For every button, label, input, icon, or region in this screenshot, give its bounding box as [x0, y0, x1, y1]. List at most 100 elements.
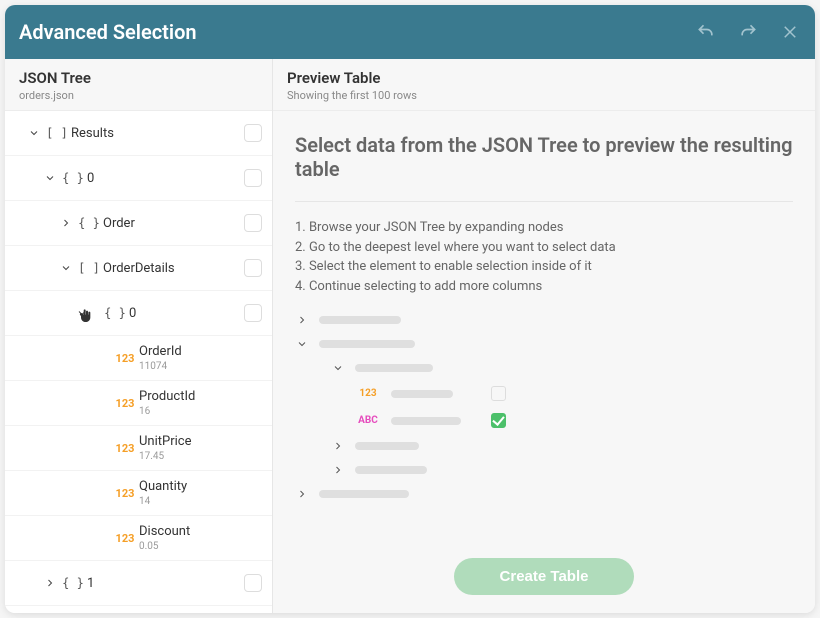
type-string-icon: ABC: [355, 415, 381, 426]
skeleton-bar: [355, 442, 419, 450]
type-object-icon: { }: [59, 171, 87, 185]
titlebar-actions: [695, 21, 801, 43]
dialog-window: Advanced Selection JSON Tree orders.json: [5, 5, 815, 613]
node-checkbox[interactable]: [244, 304, 262, 322]
tree-node-0[interactable]: { } 0: [5, 156, 272, 201]
undo-icon[interactable]: [695, 21, 717, 43]
redo-icon[interactable]: [737, 21, 759, 43]
node-checkbox[interactable]: [244, 259, 262, 277]
titlebar: Advanced Selection: [5, 5, 815, 59]
preview-body: Select data from the JSON Tree to previe…: [273, 111, 815, 613]
tree-node-orderdetails[interactable]: [ ] OrderDetails: [5, 246, 272, 291]
chevron-down-icon[interactable]: [73, 307, 91, 319]
tree-node-1[interactable]: { } 1: [5, 561, 272, 606]
skeleton-row: [295, 314, 793, 326]
type-object-icon: { }: [75, 216, 103, 230]
chevron-down-icon: [295, 338, 309, 350]
type-number-icon: 123: [111, 532, 139, 545]
node-checkbox[interactable]: [244, 214, 262, 232]
chevron-down-icon[interactable]: [41, 172, 59, 184]
tree-leaf-orderid[interactable]: 123 OrderId 11074: [5, 336, 272, 381]
preview-heading: Select data from the JSON Tree to previe…: [295, 133, 793, 181]
leaf-value: 16: [139, 406, 262, 417]
leaf-value: 11074: [139, 361, 262, 372]
json-tree-panel: JSON Tree orders.json [ ] Results { } 0: [5, 59, 273, 613]
leaf-name: Quantity: [139, 479, 262, 494]
type-number-icon: 123: [111, 487, 139, 500]
chevron-right-icon: [331, 440, 345, 452]
node-label: 1: [87, 576, 94, 591]
node-label: 0: [129, 306, 136, 321]
tree-leaf-productid[interactable]: 123 ProductId 16: [5, 381, 272, 426]
tree-leaf-quantity[interactable]: 123 Quantity 14: [5, 471, 272, 516]
leaf-value: 17.45: [139, 451, 262, 462]
skeleton-row: 123: [355, 386, 793, 401]
node-label: 0: [87, 171, 94, 186]
json-tree-filename: orders.json: [19, 89, 258, 102]
type-array-icon: [ ]: [75, 261, 103, 275]
chevron-down-icon[interactable]: [57, 262, 75, 274]
dialog-title: Advanced Selection: [19, 20, 695, 44]
preview-title: Preview Table: [287, 69, 801, 87]
instruction-item: 2. Go to the deepest level where you wan…: [295, 238, 793, 258]
chevron-right-icon[interactable]: [57, 217, 75, 229]
type-object-icon: { }: [101, 306, 129, 320]
json-tree-header: JSON Tree orders.json: [5, 59, 272, 111]
skeleton-bar: [319, 490, 409, 498]
preview-header: Preview Table Showing the first 100 rows: [273, 59, 815, 111]
skeleton-checkbox-checked: [491, 413, 506, 428]
skeleton-row: ABC: [355, 413, 793, 428]
dialog-body: JSON Tree orders.json [ ] Results { } 0: [5, 59, 815, 613]
footer-bar: Create Table: [273, 544, 815, 613]
chevron-right-icon[interactable]: [41, 577, 59, 589]
skeleton-row: [331, 464, 793, 476]
leaf-name: ProductId: [139, 389, 262, 404]
skeleton-bar: [391, 390, 453, 398]
chevron-down-icon[interactable]: [25, 127, 43, 139]
node-label: Results: [71, 126, 114, 141]
leaf-name: UnitPrice: [139, 434, 262, 449]
tree-node-results[interactable]: [ ] Results: [5, 111, 272, 156]
type-number-icon: 123: [111, 442, 139, 455]
json-tree-title: JSON Tree: [19, 69, 258, 87]
chevron-right-icon: [295, 488, 309, 500]
instruction-item: 3. Select the element to enable selectio…: [295, 257, 793, 277]
skeleton-bar: [355, 364, 433, 372]
skeleton-bar: [355, 466, 427, 474]
node-label: OrderDetails: [103, 261, 175, 276]
create-table-button[interactable]: Create Table: [454, 558, 635, 595]
node-label: Order: [103, 216, 135, 231]
skeleton-row: [331, 362, 793, 374]
type-number-icon: 123: [111, 397, 139, 410]
skeleton-checkbox: [491, 386, 506, 401]
leaf-name: OrderId: [139, 344, 262, 359]
node-checkbox[interactable]: [244, 169, 262, 187]
skeleton-bar: [319, 316, 401, 324]
tree-leaf-unitprice[interactable]: 123 UnitPrice 17.45: [5, 426, 272, 471]
instruction-item: 1. Browse your JSON Tree by expanding no…: [295, 218, 793, 238]
skeleton-bar: [391, 417, 461, 425]
tree-node-order[interactable]: { } Order: [5, 201, 272, 246]
chevron-right-icon: [295, 314, 309, 326]
type-object-icon: { }: [59, 576, 87, 590]
instructions-list: 1. Browse your JSON Tree by expanding no…: [295, 218, 793, 296]
divider: [295, 201, 793, 202]
chevron-down-icon: [331, 362, 345, 374]
tree-leaf-discount[interactable]: 123 Discount 0.05: [5, 516, 272, 561]
skeleton-row: [295, 338, 793, 350]
chevron-right-icon: [331, 464, 345, 476]
skeleton-row: [331, 440, 793, 452]
preview-panel: Preview Table Showing the first 100 rows…: [273, 59, 815, 613]
tree-node-details-0[interactable]: { } 0: [5, 291, 272, 336]
skeleton-row: [295, 488, 793, 500]
node-checkbox[interactable]: [244, 124, 262, 142]
skeleton-tree: 123 ABC: [295, 314, 793, 500]
type-array-icon: [ ]: [43, 126, 71, 140]
leaf-value: 14: [139, 496, 262, 507]
instruction-item: 4. Continue selecting to add more column…: [295, 277, 793, 297]
json-tree[interactable]: [ ] Results { } 0 { } Order: [5, 111, 272, 613]
node-checkbox[interactable]: [244, 574, 262, 592]
close-icon[interactable]: [779, 21, 801, 43]
leaf-name: Discount: [139, 524, 262, 539]
skeleton-bar: [319, 340, 415, 348]
